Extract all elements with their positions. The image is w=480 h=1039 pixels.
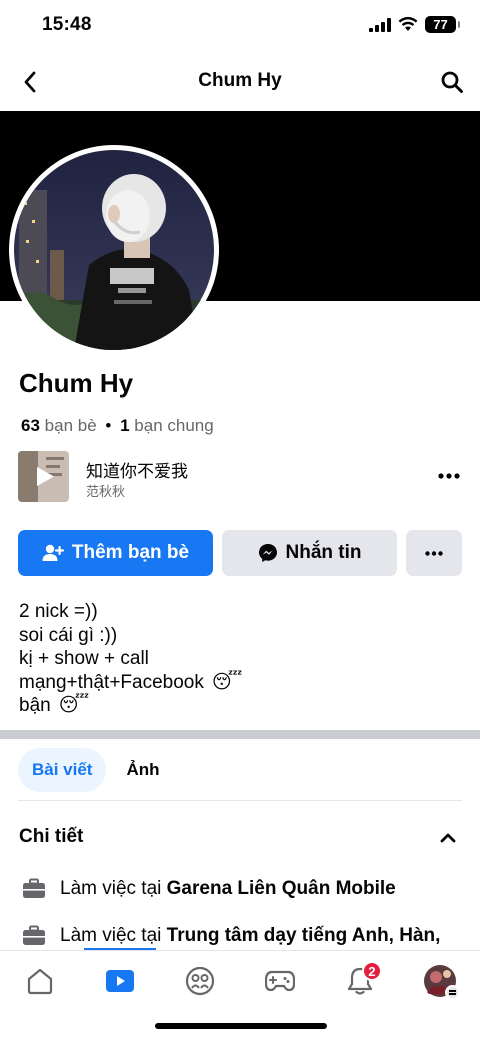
messenger-icon: [258, 544, 277, 562]
bio-line: kị + show + call: [19, 647, 242, 671]
tab-photos[interactable]: Ảnh: [112, 748, 173, 792]
bio-text: bận: [19, 695, 51, 716]
separator-dot: •: [105, 416, 112, 435]
detail-work-2: Làm việc tại Trung tâm dạy tiếng Anh, Hà…: [22, 925, 440, 947]
nav-friends[interactable]: [178, 961, 222, 1001]
search-button[interactable]: [436, 66, 468, 98]
home-indicator[interactable]: [155, 1023, 327, 1029]
chevron-up-icon: [440, 833, 456, 843]
nav-notifications[interactable]: 2: [338, 961, 382, 1001]
status-bar: 15:48 77: [0, 0, 480, 52]
nav-video[interactable]: [98, 961, 142, 1001]
mutual-label: bạn chung: [134, 416, 214, 435]
home-icon: [27, 968, 53, 995]
add-friend-button[interactable]: Thêm bạn bè: [18, 530, 213, 576]
music-more-button[interactable]: [434, 463, 464, 489]
mutual-count: 1: [120, 416, 130, 435]
collapse-details-button[interactable]: [438, 828, 458, 848]
nav-bar: Chum Hy: [0, 54, 480, 110]
add-friend-label: Thêm bạn bè: [71, 542, 190, 563]
friend-label: bạn bè: [44, 416, 97, 435]
detail-workplace[interactable]: Garena Liên Quân Mobile: [167, 878, 396, 899]
bio-text: 2 nick =)): [19, 601, 98, 622]
more-horizontal-icon: [425, 550, 443, 556]
add-friend-icon: [42, 544, 64, 561]
more-actions-button[interactable]: [406, 530, 462, 576]
menu-icon: [445, 985, 460, 1000]
profile-avatar: [423, 964, 460, 1000]
music-title: 知道你不爱我: [86, 462, 188, 481]
nav-gaming[interactable]: [258, 961, 302, 1001]
profile-tabs: Bài viết Ảnh: [18, 748, 174, 792]
wifi-icon: [398, 17, 418, 31]
bio-text: kị + show + call: [19, 648, 149, 669]
bio-text: soi cái gì :)): [19, 624, 118, 646]
music-thumbnail[interactable]: [18, 451, 69, 502]
more-horizontal-icon: [438, 473, 460, 479]
profile-picture-image: [14, 150, 214, 350]
detail-prefix: Làm việc tại: [60, 925, 162, 946]
profile-picture[interactable]: [9, 145, 219, 355]
notification-badge: 2: [362, 961, 382, 981]
search-icon: [441, 71, 463, 93]
page-title: Chum Hy: [198, 70, 282, 91]
status-icons: 77: [369, 16, 460, 33]
friend-count: 63: [21, 416, 40, 435]
tabs-divider: [18, 800, 462, 801]
video-icon: [106, 970, 134, 992]
bio-text: mạng+thật+Facebook: [19, 671, 204, 693]
bio-line: mạng+thật+Facebook 😴: [19, 671, 242, 695]
music-artist: 范秋秋: [86, 484, 126, 499]
nav-profile[interactable]: [418, 961, 462, 1001]
briefcase-icon: [23, 878, 45, 898]
battery-level: 77: [433, 17, 448, 32]
sleeping-emoji: 😴: [211, 671, 243, 693]
detail-workplace[interactable]: Trung tâm dạy tiếng Anh, Hàn,: [167, 925, 441, 946]
sleeping-emoji: 😴: [58, 695, 90, 716]
briefcase-icon: [23, 925, 45, 945]
friends-icon: [185, 966, 215, 996]
bio-line: soi cái gì :)): [19, 624, 242, 648]
tab-posts[interactable]: Bài viết: [18, 748, 107, 792]
bio-line: 2 nick =)): [19, 600, 242, 624]
status-time: 15:48: [42, 14, 92, 35]
profile-music[interactable]: 知道你不爱我 范秋秋: [18, 451, 464, 503]
nav-home[interactable]: [18, 961, 62, 1001]
message-button[interactable]: Nhắn tin: [222, 530, 397, 576]
active-tab-indicator: [84, 948, 156, 950]
profile-bio: 2 nick =)) soi cái gì :)) kị + show + ca…: [19, 600, 242, 718]
message-label: Nhắn tin: [285, 542, 362, 563]
detail-prefix: Làm việc tại: [60, 878, 162, 899]
details-heading: Chi tiết: [19, 826, 84, 847]
gaming-icon: [265, 970, 295, 992]
battery-indicator: 77: [425, 16, 460, 33]
bio-line: bận 😴: [19, 694, 242, 718]
profile-name: Chum Hy: [19, 368, 134, 398]
signal-icon: [369, 17, 391, 32]
detail-work-1: Làm việc tại Garena Liên Quân Mobile: [22, 878, 396, 900]
section-divider: [0, 730, 480, 739]
friends-summary[interactable]: 63 bạn bè • 1 bạn chung: [21, 416, 214, 436]
